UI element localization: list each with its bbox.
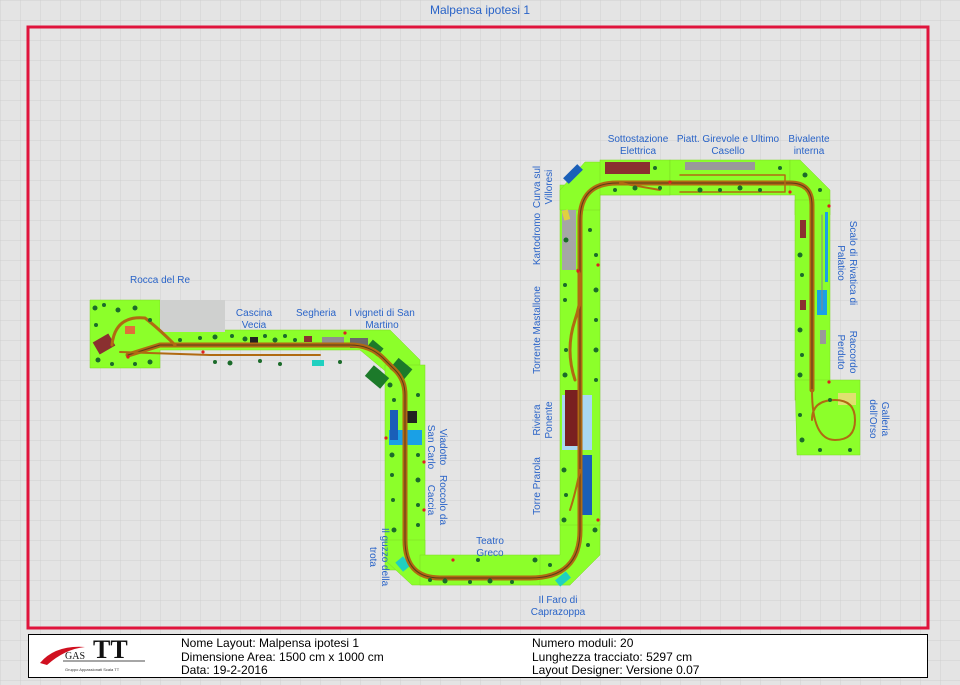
label-piatt: Piatt. Girevole e Ultimo Casello bbox=[676, 134, 780, 157]
logo-tt: TT bbox=[93, 635, 128, 664]
gas-tt-logo: TT GAS Gruppo Appassionati Scala TT bbox=[35, 635, 155, 677]
layout-title: Malpensa ipotesi 1 bbox=[429, 3, 531, 17]
label-raccordo: Raccordo Perduto bbox=[835, 330, 858, 374]
label-torre: Torre Prarola bbox=[532, 457, 543, 515]
info-numero-moduli: Numero moduli: 20 bbox=[532, 636, 634, 650]
label-teatro: Teatro Greco bbox=[476, 536, 504, 559]
label-vigneti: I vigneti di San Martino bbox=[349, 308, 415, 331]
label-kartodromo: Kartodromo bbox=[532, 212, 543, 266]
label-sottostazione: Sottostazione Elettrica bbox=[607, 134, 669, 157]
label-riviera: Riviera Ponente bbox=[532, 401, 555, 439]
info-nome-layout: Nome Layout: Malpensa ipotesi 1 bbox=[181, 636, 360, 650]
info-lunghezza: Lunghezza tracciato: 5297 cm bbox=[532, 650, 693, 664]
label-bivalente: Bivalente interna bbox=[788, 134, 830, 157]
label-cascina: Cascina Vecia bbox=[235, 308, 273, 331]
label-faro: Il Faro di Caprazoppa bbox=[530, 595, 586, 618]
label-torrente: Torrente Mastallone bbox=[532, 286, 543, 374]
info-dimensione: Dimensione Area: 1500 cm x 1000 cm bbox=[181, 650, 384, 664]
label-rocca: Rocca del Re bbox=[129, 275, 191, 286]
logo-gas: GAS bbox=[65, 651, 86, 662]
label-curva: Curva sul Villoresi bbox=[532, 165, 555, 209]
logo-subtitle: Gruppo Appassionati Scala TT bbox=[65, 667, 120, 672]
label-scalo: Scalo di Rivatica di Palatico bbox=[835, 220, 858, 306]
label-guzzo: Il guzzo della trota bbox=[367, 527, 390, 587]
layout-canvas bbox=[0, 0, 960, 685]
label-galleria: Galleria dell'Orso bbox=[867, 399, 890, 439]
module-galleria bbox=[794, 379, 861, 456]
info-designer: Layout Designer: Versione 0.07 bbox=[532, 663, 700, 677]
info-data: Data: 19-2-2016 bbox=[181, 663, 268, 677]
label-segheria: Segheria bbox=[295, 308, 337, 319]
label-roccolo: Roccolo da Caccia bbox=[425, 474, 448, 526]
info-panel: TT GAS Gruppo Appassionati Scala TT Nome… bbox=[28, 634, 928, 678]
